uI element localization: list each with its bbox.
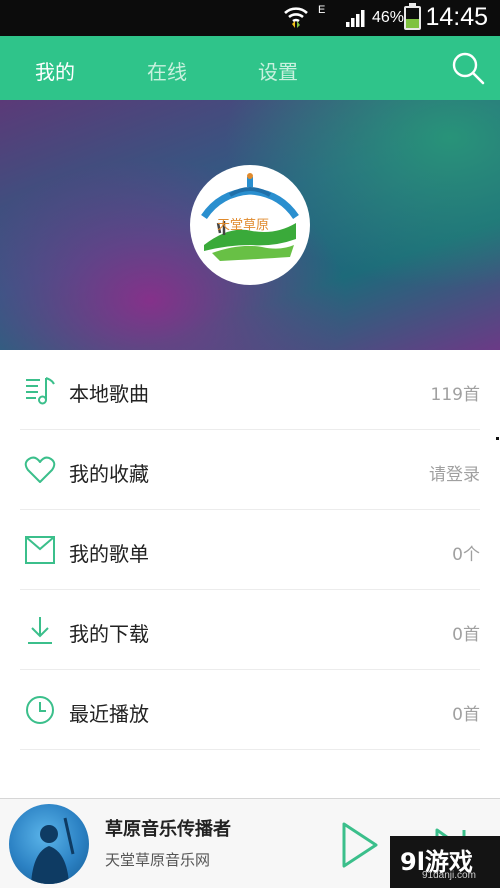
- network-type: E: [318, 4, 326, 16]
- header-banner: 天堂草原: [0, 100, 500, 350]
- heart-icon: [24, 456, 56, 483]
- menu-item-label: 我的收藏: [69, 462, 149, 486]
- menu-item-count: 119首: [430, 385, 480, 405]
- menu-item-downloads[interactable]: 我的下载 0首: [20, 590, 480, 670]
- menu-item-playlists[interactable]: 我的歌单 0个: [20, 510, 480, 590]
- download-icon: [28, 617, 52, 644]
- scroll-indicator: [496, 437, 499, 440]
- login-prompt[interactable]: 请登录: [429, 460, 480, 485]
- menu-item-local-songs[interactable]: 本地歌曲 119首: [20, 350, 480, 430]
- menu-item-label: 我的歌单: [69, 542, 149, 566]
- app-logo[interactable]: 天堂草原: [190, 165, 310, 285]
- battery-icon: [404, 3, 421, 30]
- top-nav: 我的 在线 设置: [0, 36, 500, 100]
- search-icon[interactable]: [450, 50, 486, 86]
- tab-mine[interactable]: 我的: [35, 56, 75, 85]
- music-list-icon: [26, 377, 55, 405]
- clock-icon: [26, 696, 54, 724]
- battery-percent: 46%: [372, 9, 405, 26]
- clock: 14:45: [425, 3, 488, 31]
- menu-item-label: 我的下载: [69, 622, 149, 646]
- menu-item-label: 最近播放: [69, 702, 149, 726]
- menu-list: 本地歌曲 119首 我的收藏 请登录 我的歌单 0个 我的下载 0首 最近播放: [20, 350, 480, 750]
- battery-fill: [406, 18, 419, 28]
- album-cover[interactable]: [9, 804, 89, 884]
- play-icon[interactable]: [340, 821, 380, 869]
- status-bar: E 46% 14:45: [0, 0, 500, 36]
- menu-item-count: 0个: [452, 545, 480, 565]
- menu-item-count: 0首: [452, 705, 480, 725]
- menu-item-count: 0首: [452, 625, 480, 645]
- tab-online[interactable]: 在线: [147, 56, 187, 85]
- logo-text: 天堂草原: [217, 218, 270, 233]
- watermark-url: 91danji.com: [422, 870, 476, 881]
- menu-item-favorites[interactable]: 我的收藏 请登录: [20, 430, 480, 510]
- cover-figure: [31, 817, 75, 884]
- playlist-box-icon: [25, 536, 55, 564]
- menu-item-label: 本地歌曲: [69, 382, 149, 406]
- signal-icon: [346, 10, 365, 27]
- track-artist: 天堂草原音乐网: [105, 851, 211, 869]
- site-watermark: 9l游戏 91danji.com: [390, 836, 500, 888]
- tab-settings[interactable]: 设置: [258, 56, 298, 85]
- menu-item-recent[interactable]: 最近播放 0首: [20, 670, 480, 750]
- wifi-icon: [284, 7, 308, 28]
- track-title: 草原音乐传播者: [105, 819, 231, 840]
